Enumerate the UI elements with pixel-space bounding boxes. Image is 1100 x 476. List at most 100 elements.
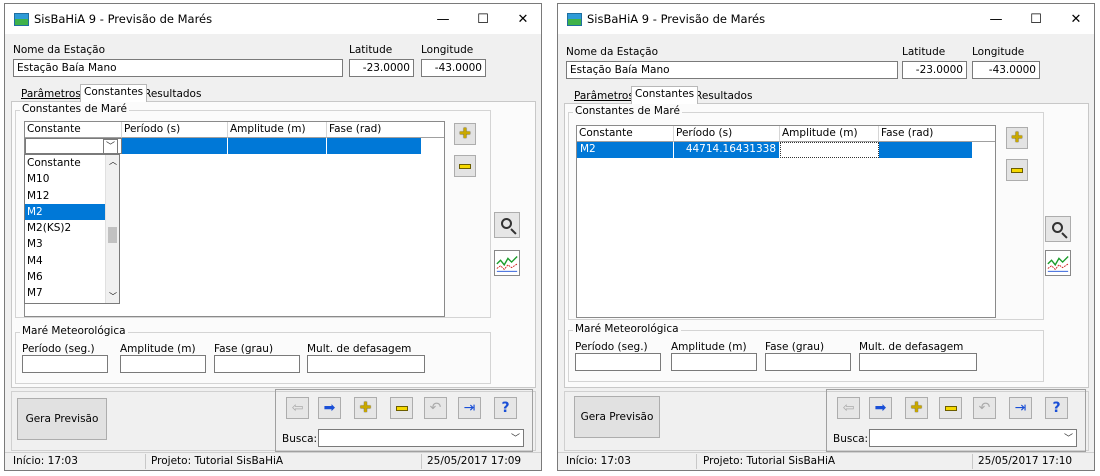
dropdown-option[interactable]: M2(KS)2 — [25, 220, 105, 236]
arrow-right-icon[interactable]: ➡ — [869, 397, 892, 419]
undo-icon[interactable]: ↶ — [424, 397, 447, 419]
dropdown-scrollbar[interactable]: ︿ ﹀ — [105, 155, 119, 303]
title-bar[interactable]: SisBaHiA 9 - Previsão de Marés — ☐ ✕ — [5, 4, 541, 34]
dropdown-option[interactable]: M2 — [25, 203, 105, 221]
help-icon[interactable]: ? — [1045, 397, 1068, 419]
amplitude-cell[interactable] — [228, 138, 327, 154]
tab-constantes[interactable]: Constantes — [80, 84, 148, 102]
station-name-field[interactable]: Estação Baía Mano — [13, 59, 343, 77]
latitude-field[interactable]: -23.0000 — [349, 59, 414, 77]
remove-record-button[interactable] — [390, 397, 413, 419]
constants-table[interactable]: Constante Período (s) Amplitude (m) Fase… — [576, 125, 996, 318]
amplitude-cell[interactable] — [780, 142, 879, 158]
scroll-down-icon[interactable]: ﹀ — [109, 291, 117, 302]
arrow-left-icon[interactable]: ⇦ — [286, 397, 309, 419]
station-name-field[interactable]: Estação Baía Mano — [566, 61, 898, 79]
tab-resultados[interactable]: Resultados — [691, 88, 756, 104]
close-button[interactable]: ✕ — [503, 4, 543, 34]
generate-forecast-button[interactable]: Gera Previsão — [17, 398, 107, 440]
column-header-fase[interactable]: Fase (rad) — [327, 122, 444, 138]
column-header-constante[interactable]: Constante — [25, 122, 122, 138]
scroll-up-icon[interactable]: ︿ — [109, 156, 117, 167]
table-row[interactable]: ﹀ — [25, 138, 422, 154]
phase-cell[interactable] — [879, 142, 973, 158]
search-combo[interactable]: ﹀ — [869, 429, 1077, 447]
longitude-field[interactable]: -43.0000 — [421, 59, 486, 77]
meteo-mult-field[interactable] — [859, 353, 977, 371]
dropdown-option[interactable]: M4 — [25, 253, 105, 269]
help-icon[interactable]: ? — [494, 397, 517, 419]
remove-record-button[interactable] — [939, 397, 962, 419]
dropdown-option[interactable]: M6 — [25, 269, 105, 285]
meteo-amplitude-field[interactable] — [120, 355, 206, 373]
constant-cell[interactable]: M2 — [577, 142, 674, 158]
meteo-phase-field[interactable] — [765, 353, 851, 371]
constantes-panel: Constantes de Maré Constante Período (s)… — [564, 103, 1089, 388]
status-bar: Início: 17:03 Projeto: Tutorial SisBaHiA… — [558, 452, 1094, 470]
column-header-amplitude[interactable]: Amplitude (m) — [228, 122, 327, 138]
period-cell[interactable] — [122, 138, 228, 154]
table-row[interactable]: M2 44714.16431338 — [577, 142, 973, 158]
remove-constant-button[interactable] — [454, 155, 476, 177]
meteo-mult-field[interactable] — [307, 355, 425, 373]
column-header-periodo[interactable]: Período (s) — [674, 126, 780, 142]
dropdown-option[interactable]: M3 — [25, 236, 105, 252]
meteo-tide-label: Maré Meteorológica — [20, 325, 128, 337]
tab-parametros[interactable]: Parâmetros — [17, 86, 85, 102]
chevron-down-icon[interactable]: ﹀ — [102, 139, 118, 153]
tide-chart-icon[interactable] — [494, 250, 520, 276]
phase-cell[interactable] — [327, 138, 422, 154]
arrow-right-icon[interactable]: ➡ — [318, 397, 341, 419]
search-combo[interactable]: ﹀ — [318, 429, 524, 447]
exit-door-icon[interactable]: ⇥ — [1009, 397, 1032, 419]
remove-constant-button[interactable] — [1006, 159, 1028, 181]
column-header-periodo[interactable]: Período (s) — [122, 122, 228, 138]
undo-icon[interactable]: ↶ — [973, 397, 996, 419]
magnifier-icon[interactable] — [494, 212, 520, 238]
dropdown-option[interactable]: M7 — [25, 285, 105, 301]
latitude-label: Latitude — [349, 44, 393, 56]
constant-combo[interactable]: ﹀ — [25, 138, 122, 154]
constant-dropdown-list[interactable]: Constante M10 M12 M2 M2(KS)2 M3 M4 M6 M7 ︿ ﹀ — [24, 154, 120, 304]
meteo-phase-field[interactable] — [214, 355, 300, 373]
station-name-label: Nome da Estação — [13, 44, 106, 56]
meteo-mult-label: Mult. de defasagem — [859, 341, 964, 353]
meteo-period-field[interactable] — [575, 353, 661, 371]
add-constant-button[interactable]: ✚ — [454, 123, 476, 145]
tab-constantes[interactable]: Constantes — [631, 86, 699, 104]
chevron-down-icon[interactable]: ﹀ — [511, 431, 520, 446]
column-header-amplitude[interactable]: Amplitude (m) — [780, 126, 879, 142]
add-constant-button[interactable]: ✚ — [1006, 127, 1028, 149]
magnifier-icon[interactable] — [1045, 216, 1071, 242]
dropdown-option[interactable]: M12 — [25, 188, 105, 204]
tidal-constants-label: Constantes de Maré — [573, 105, 682, 117]
meteo-amplitude-field[interactable] — [671, 353, 757, 371]
tab-resultados[interactable]: Resultados — [140, 86, 205, 102]
chevron-down-icon[interactable]: ﹀ — [1064, 431, 1073, 446]
add-record-button[interactable]: ✚ — [905, 397, 928, 419]
meteo-amplitude-label: Amplitude (m) — [120, 343, 196, 355]
tide-chart-icon[interactable] — [1045, 250, 1071, 276]
tab-parametros[interactable]: Parâmetros — [570, 88, 638, 104]
dropdown-option[interactable]: Constante — [25, 155, 105, 171]
title-bar[interactable]: SisBaHiA 9 - Previsão de Marés — ☐ ✕ — [558, 4, 1094, 34]
dropdown-option[interactable]: M10 — [25, 171, 105, 187]
add-record-button[interactable]: ✚ — [354, 397, 377, 419]
minimize-button[interactable]: — — [423, 4, 463, 34]
exit-door-icon[interactable]: ⇥ — [458, 397, 481, 419]
column-header-constante[interactable]: Constante — [577, 126, 674, 142]
meteo-period-field[interactable] — [22, 355, 108, 373]
generate-forecast-button[interactable]: Gera Previsão — [574, 396, 660, 438]
scroll-thumb[interactable] — [108, 227, 117, 243]
latitude-field[interactable]: -23.0000 — [902, 61, 967, 79]
longitude-field[interactable]: -43.0000 — [972, 61, 1040, 79]
arrow-left-icon[interactable]: ⇦ — [837, 397, 860, 419]
maximize-button[interactable]: ☐ — [463, 4, 503, 34]
maximize-button[interactable]: ☐ — [1016, 4, 1056, 34]
status-start: Início: 17:03 — [566, 455, 631, 467]
period-cell[interactable]: 44714.16431338 — [674, 142, 780, 158]
column-header-fase[interactable]: Fase (rad) — [879, 126, 995, 142]
minimize-button[interactable]: — — [976, 4, 1016, 34]
close-button[interactable]: ✕ — [1056, 4, 1096, 34]
meteo-mult-label: Mult. de defasagem — [307, 343, 412, 355]
